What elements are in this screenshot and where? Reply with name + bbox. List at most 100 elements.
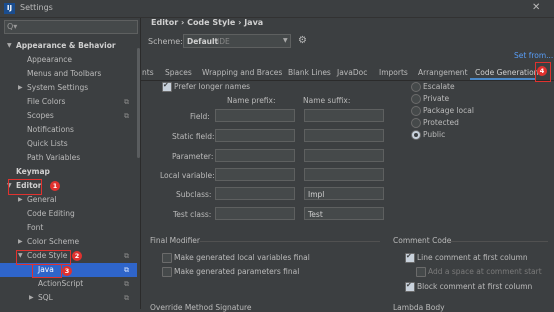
chevron-right-icon: ▶ bbox=[18, 196, 23, 203]
row-label-parameter: Parameter: bbox=[172, 152, 214, 161]
tab-arrangement[interactable]: Arrangement bbox=[418, 68, 468, 77]
line-comment-checkbox[interactable] bbox=[405, 252, 415, 263]
sidebar-scrollbar[interactable] bbox=[137, 48, 140, 158]
test-class-prefix-input[interactable] bbox=[215, 207, 295, 220]
sidebar-item-system-settings[interactable]: ▶ System Settings bbox=[0, 81, 137, 95]
sidebar-item-file-colors[interactable]: File Colors ⧉ bbox=[0, 95, 137, 109]
title-bar bbox=[0, 0, 554, 18]
subclass-suffix-input[interactable]: Impl bbox=[304, 187, 384, 200]
final-params-label: Make generated parameters final bbox=[174, 267, 300, 276]
sidebar-item-color-scheme[interactable]: ▶ Color Scheme bbox=[0, 235, 137, 249]
row-label-test-class: Test class: bbox=[173, 210, 212, 219]
tab-spaces[interactable]: Spaces bbox=[165, 68, 192, 77]
add-space-label: Add a space at comment start bbox=[428, 267, 542, 276]
copy-icon: ⧉ bbox=[124, 98, 129, 106]
test-class-suffix-input[interactable]: Test bbox=[304, 207, 384, 220]
sidebar-item-menus-toolbars[interactable]: Menus and Toolbars bbox=[0, 67, 137, 81]
row-label-local-variable: Local variable: bbox=[160, 171, 215, 180]
row-label-static-field: Static field: bbox=[172, 132, 215, 141]
radio-package-local-label: Package local bbox=[423, 106, 474, 115]
scheme-suffix: IDE bbox=[217, 37, 230, 46]
sidebar-item-code-editing[interactable]: Code Editing bbox=[0, 207, 137, 221]
copy-icon: ⧉ bbox=[124, 294, 129, 302]
close-icon[interactable]: ✕ bbox=[532, 2, 540, 13]
final-modifier-title: Final Modifier bbox=[150, 236, 200, 245]
parameter-suffix-input[interactable] bbox=[304, 149, 384, 162]
tab-code-generation[interactable]: Code Generation bbox=[475, 68, 538, 77]
block-comment-checkbox[interactable] bbox=[405, 281, 415, 292]
annotation-badge-3: 3 bbox=[62, 266, 72, 276]
static-field-suffix-input[interactable] bbox=[304, 129, 384, 142]
sidebar-item-quick-lists[interactable]: Quick Lists bbox=[0, 137, 137, 151]
name-suffix-header: Name suffix: bbox=[303, 96, 351, 105]
breadcrumb: Editor › Code Style › Java bbox=[151, 18, 264, 27]
add-space-checkbox[interactable] bbox=[416, 267, 426, 277]
lambda-body-title: Lambda Body bbox=[393, 303, 445, 312]
active-tab-indicator bbox=[470, 78, 536, 80]
field-suffix-input[interactable] bbox=[304, 109, 384, 122]
tab-javadoc[interactable]: JavaDoc bbox=[337, 68, 367, 77]
annotation-badge-2: 2 bbox=[72, 251, 82, 261]
row-label-subclass: Subclass: bbox=[176, 190, 212, 199]
line-comment-label: Line comment at first column bbox=[417, 253, 528, 262]
radio-private-label: Private bbox=[423, 94, 450, 103]
section-divider bbox=[200, 241, 380, 242]
subclass-prefix-input[interactable] bbox=[215, 187, 295, 200]
local-variable-prefix-input[interactable] bbox=[215, 168, 295, 181]
tab-indents[interactable]: nts bbox=[142, 68, 154, 77]
sidebar-item-general[interactable]: ▶ General bbox=[0, 193, 137, 207]
chevron-right-icon: ▶ bbox=[29, 294, 34, 301]
copy-icon: ⧉ bbox=[124, 280, 129, 288]
final-local-vars-label: Make generated local variables final bbox=[174, 253, 310, 262]
annotation-box-editor bbox=[8, 179, 42, 195]
sidebar-item-keymap[interactable]: Keymap bbox=[0, 165, 137, 179]
tab-blank-lines[interactable]: Blank Lines bbox=[288, 68, 331, 77]
field-prefix-input[interactable] bbox=[215, 109, 295, 122]
static-field-prefix-input[interactable] bbox=[215, 129, 295, 142]
copy-icon: ⧉ bbox=[124, 252, 129, 260]
sidebar-item-font[interactable]: Font bbox=[0, 221, 137, 235]
chevron-right-icon: ▶ bbox=[18, 238, 23, 245]
tab-imports[interactable]: Imports bbox=[379, 68, 408, 77]
radio-private[interactable] bbox=[411, 94, 421, 104]
search-input[interactable] bbox=[4, 20, 138, 34]
radio-package-local[interactable] bbox=[411, 106, 421, 116]
row-label-field: Field: bbox=[190, 112, 210, 121]
final-local-vars-checkbox[interactable] bbox=[162, 253, 172, 263]
comment-code-title: Comment Code bbox=[393, 236, 452, 245]
prefer-longer-checkbox[interactable] bbox=[162, 81, 172, 92]
sidebar-item-path-variables[interactable]: Path Variables bbox=[0, 151, 137, 165]
sidebar-item-appearance-behavior[interactable]: ▼ Appearance & Behavior bbox=[0, 39, 137, 53]
sidebar-item-appearance[interactable]: Appearance bbox=[0, 53, 137, 67]
chevron-down-icon: ▼ bbox=[7, 42, 12, 49]
sidebar-item-actionscript[interactable]: ActionScript ⧉ bbox=[0, 277, 137, 291]
final-params-checkbox[interactable] bbox=[162, 267, 172, 277]
gear-icon[interactable]: ⚙ bbox=[298, 35, 307, 46]
local-variable-suffix-input[interactable] bbox=[304, 168, 384, 181]
annotation-badge-1: 1 bbox=[50, 181, 60, 191]
radio-public[interactable] bbox=[411, 130, 421, 140]
sidebar-item-scopes[interactable]: Scopes ⧉ bbox=[0, 109, 137, 123]
radio-escalate-label: Escalate bbox=[423, 82, 455, 91]
radio-protected-label: Protected bbox=[423, 118, 459, 127]
radio-escalate[interactable] bbox=[411, 82, 421, 92]
name-prefix-header: Name prefix: bbox=[227, 96, 276, 105]
chevron-right-icon: ▶ bbox=[18, 84, 23, 91]
set-from-link[interactable]: Set from... bbox=[514, 51, 553, 60]
radio-protected[interactable] bbox=[411, 118, 421, 128]
sidebar-item-notifications[interactable]: Notifications bbox=[0, 123, 137, 137]
window-title: Settings bbox=[20, 3, 53, 12]
copy-icon: ⧉ bbox=[124, 266, 129, 274]
copy-icon: ⧉ bbox=[124, 112, 129, 120]
annotation-badge-4: 4 bbox=[537, 66, 547, 76]
search-icon: Q▾ bbox=[7, 22, 18, 31]
block-comment-label: Block comment at first column bbox=[417, 282, 533, 291]
app-icon: IJ bbox=[4, 3, 15, 14]
tab-wrapping[interactable]: Wrapping and Braces bbox=[202, 68, 282, 77]
chevron-down-icon: ▼ bbox=[283, 37, 288, 44]
sidebar-item-sql[interactable]: ▶ SQL ⧉ bbox=[0, 291, 137, 305]
main-panel bbox=[141, 18, 554, 309]
annotation-box-java bbox=[32, 264, 62, 278]
override-method-title: Override Method Signature bbox=[150, 303, 252, 312]
parameter-prefix-input[interactable] bbox=[215, 149, 295, 162]
